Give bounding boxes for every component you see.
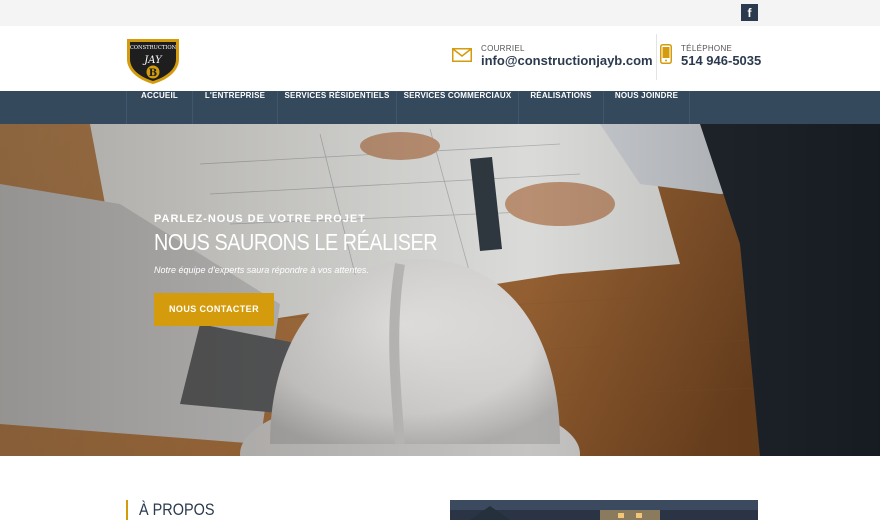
company-logo[interactable]: CONSTRUCTION JAY B (124, 35, 182, 85)
nav-item-services-commerciaux[interactable]: SERVICES COMMERCIAUX (396, 91, 518, 124)
facebook-icon[interactable]: f (741, 4, 758, 21)
logo-line2: JAY (142, 55, 163, 66)
logo-line1: CONSTRUCTION (130, 45, 177, 51)
about-photo (450, 500, 758, 520)
hero-subtitle: Notre équipe d'experts saura répondre à … (154, 265, 369, 275)
contact-us-button[interactable]: NOUS CONTACTER (154, 293, 274, 326)
header-divider (656, 34, 657, 80)
email-label: COURRIEL (481, 44, 525, 53)
hero-background-image (0, 124, 880, 456)
logo-line3: B (149, 68, 157, 79)
phone-label: TÉLÉPHONE (681, 44, 733, 53)
section-accent-bar (126, 500, 128, 520)
email-value[interactable]: info@constructionjayb.com (481, 53, 653, 68)
hero-kicker: PARLEZ-NOUS DE VOTRE PROJET (154, 213, 366, 225)
hero-banner: PARLEZ-NOUS DE VOTRE PROJET NOUS SAURONS… (0, 124, 880, 456)
nav-item-realisations[interactable]: RÉALISATIONS (518, 91, 603, 124)
nav-item-accueil[interactable]: ACCUEIL (126, 91, 192, 124)
hero-title: NOUS SAURONS LE RÉALISER (154, 229, 438, 255)
nav-item-entreprise[interactable]: L'ENTREPRISE (192, 91, 277, 124)
main-nav: ACCUEIL L'ENTREPRISE SERVICES RÉSIDENTIE… (0, 91, 880, 124)
mail-icon (452, 48, 472, 62)
nav-item-nous-joindre[interactable]: NOUS JOINDRE (603, 91, 690, 124)
top-bar: f (0, 0, 880, 26)
about-heading: À PROPOS (139, 500, 215, 519)
phone-value[interactable]: 514 946-5035 (681, 53, 761, 68)
phone-icon (660, 44, 672, 64)
site-header: CONSTRUCTION JAY B COURRIEL info@constru… (0, 26, 880, 91)
nav-item-services-residentiels[interactable]: SERVICES RÉSIDENTIELS (277, 91, 396, 124)
